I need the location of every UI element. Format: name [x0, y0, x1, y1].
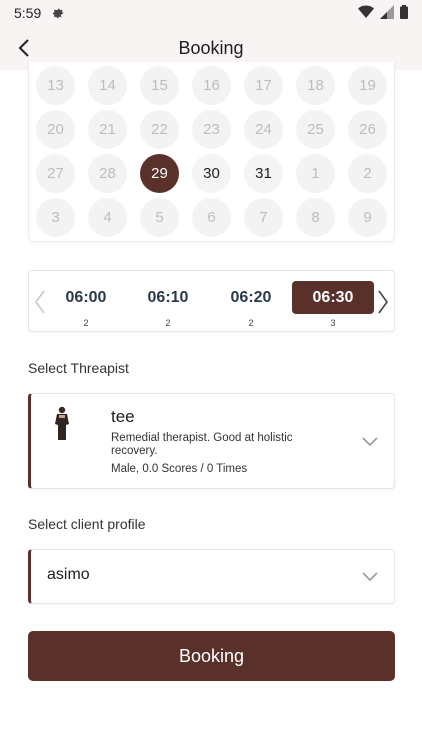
calendar-day[interactable]: 14: [88, 66, 127, 105]
calendar-day-selected[interactable]: 29: [140, 154, 179, 193]
calendar-day[interactable]: 28: [88, 154, 127, 193]
calendar-week-row: 20 21 22 23 24 25 26: [29, 108, 396, 152]
calendar-day[interactable]: 22: [140, 110, 179, 149]
calendar-day[interactable]: 20: [36, 110, 75, 149]
calendar-day[interactable]: 18: [296, 66, 335, 105]
select-therapist-label: Select Threapist: [28, 360, 129, 376]
calendar-day[interactable]: 21: [88, 110, 127, 149]
calendar-day[interactable]: 23: [192, 110, 231, 149]
calendar-day[interactable]: 6: [192, 198, 231, 237]
therapist-avatar: [55, 406, 69, 440]
calendar-day[interactable]: 26: [348, 110, 387, 149]
calendar-day[interactable]: 7: [244, 198, 283, 237]
time-slot-button[interactable]: 06:00: [45, 281, 127, 314]
chevron-down-icon: [362, 437, 378, 447]
next-slots-chevron-right-icon[interactable]: [376, 289, 390, 315]
time-slot-availability-count: 2: [248, 318, 254, 328]
calendar-day[interactable]: 17: [244, 66, 283, 105]
signal-icon: [380, 4, 394, 22]
time-slot-button[interactable]: 06:20: [210, 281, 292, 314]
calendar-day[interactable]: 15: [140, 66, 179, 105]
therapist-stats: Male, 0.0 Scores / 0 Times: [111, 463, 248, 475]
calendar-day[interactable]: 3: [36, 198, 75, 237]
select-client-profile-label: Select client profile: [28, 516, 146, 532]
status-bar: 5:59: [0, 0, 422, 26]
calendar-day[interactable]: 25: [296, 110, 335, 149]
calendar-day[interactable]: 31: [244, 154, 283, 193]
time-slot-button[interactable]: 06:10: [127, 281, 209, 314]
booking-button[interactable]: Booking: [28, 631, 395, 681]
time-slot-picker: 06:00 2 06:10 2 06:20 2 06:30 3: [28, 270, 395, 332]
calendar-day[interactable]: 4: [88, 198, 127, 237]
time-slot-availability-count: 2: [165, 318, 171, 328]
calendar-day[interactable]: 1: [296, 154, 335, 193]
calendar-day[interactable]: 8: [296, 198, 335, 237]
time-slot-availability-count: 3: [330, 318, 336, 328]
calendar-day[interactable]: 19: [348, 66, 387, 105]
wifi-icon: [358, 5, 374, 22]
back-button[interactable]: [12, 36, 36, 60]
time-slot-availability-count: 2: [83, 318, 89, 328]
therapist-card[interactable]: tee Remedial therapist. Good at holistic…: [28, 393, 395, 489]
battery-icon: [400, 4, 408, 22]
calendar-week-row: 3456789: [29, 196, 396, 240]
calendar-day[interactable]: 24: [244, 110, 283, 149]
calendar-week-row: 27 28 29 30 31 1 2: [29, 152, 396, 196]
calendar-day[interactable]: 16: [192, 66, 231, 105]
calendar-week-row: 13 14 15 16 17 18 19: [29, 64, 396, 108]
calendar-day[interactable]: 2: [348, 154, 387, 193]
calendar-day[interactable]: 13: [36, 66, 75, 105]
calendar-day[interactable]: 5: [140, 198, 179, 237]
client-profile-dropdown[interactable]: asimo: [28, 549, 395, 604]
calendar-day[interactable]: 30: [192, 154, 231, 193]
time-slot-button[interactable]: 06:30: [292, 281, 374, 314]
status-time: 5:59: [14, 5, 42, 21]
calendar-grid: 13 14 15 16 17 18 19 20 21 22 23 24 25 26 27 28 29 30 31 1 2…: [28, 62, 395, 242]
page-title: Booking: [178, 37, 244, 58]
calendar-day[interactable]: 9: [348, 198, 387, 237]
calendar-day[interactable]: 27: [36, 154, 75, 193]
back-arrow-icon: [18, 39, 29, 57]
settings-gear-icon: [51, 5, 65, 22]
therapist-name: tee: [111, 407, 135, 426]
client-profile-value: asimo: [47, 566, 90, 583]
chevron-down-icon: [362, 572, 378, 582]
therapist-description: Remedial therapist. Good at holistic rec…: [111, 432, 293, 457]
